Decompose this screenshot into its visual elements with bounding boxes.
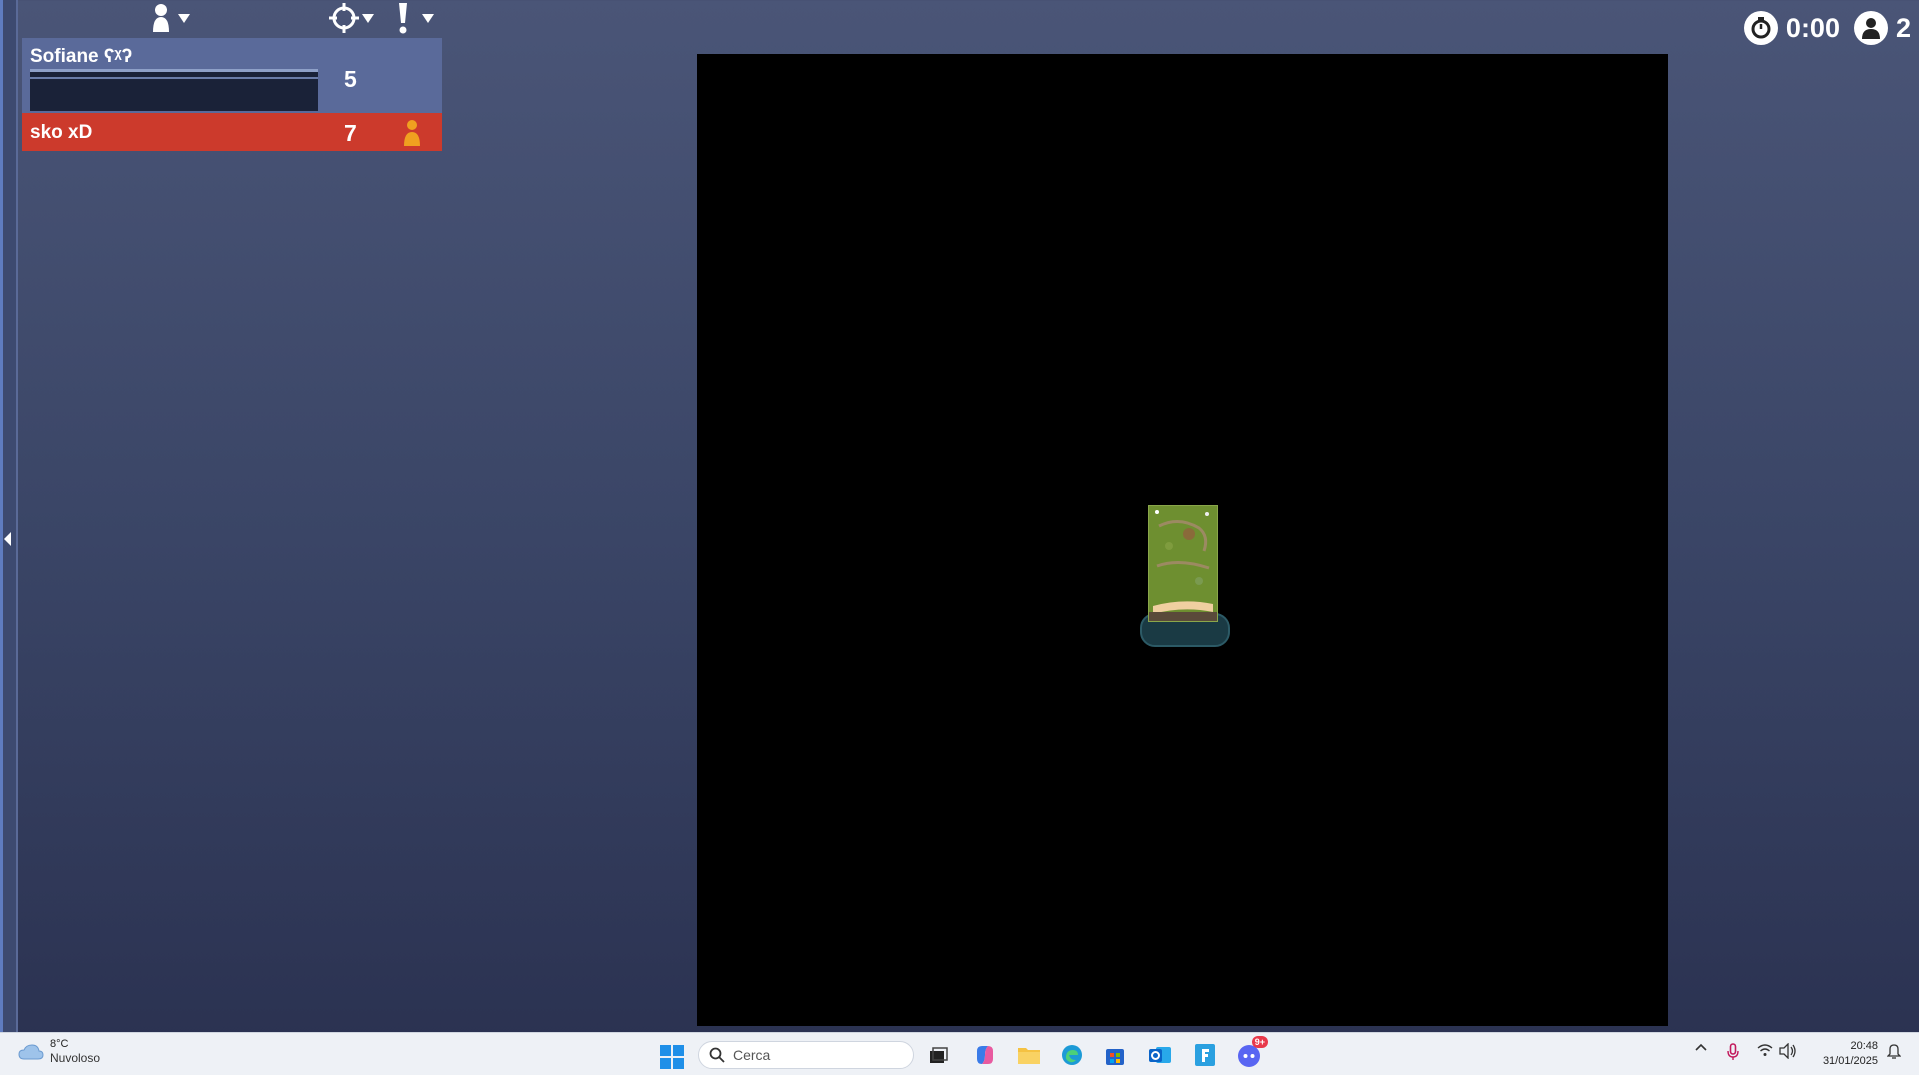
rail-edge — [0, 0, 3, 1032]
active-app-button[interactable] — [1190, 1040, 1220, 1070]
copilot-icon — [977, 1046, 993, 1064]
weather-widget[interactable]: 8°C Nuvoloso — [18, 1037, 100, 1066]
exclamation-icon — [399, 3, 407, 34]
wifi-icon — [1757, 1044, 1773, 1056]
speaker-icon — [1779, 1043, 1796, 1059]
file-explorer-button[interactable] — [1014, 1040, 1044, 1070]
player-progress-bar — [30, 69, 318, 111]
weather-description: Nuvoloso — [50, 1051, 101, 1065]
chevron-down-icon — [178, 13, 190, 23]
show-hidden-icons-button[interactable] — [1693, 1043, 1709, 1051]
game-board[interactable] — [697, 54, 1668, 1026]
stopwatch-icon — [1743, 11, 1778, 45]
player-count: 2 — [1895, 12, 1911, 43]
notification-bell-icon — [1887, 1044, 1901, 1059]
taskbar-search[interactable]: Cerca — [698, 1041, 914, 1069]
player-name: sko xD — [30, 122, 93, 143]
windows-logo-tile — [673, 1058, 684, 1069]
collapse-panel-icon[interactable] — [4, 532, 11, 546]
taskbar: 8°C Nuvoloso Cerca 9+ 20:48 31/01/2025 — [0, 1032, 1919, 1075]
cloud-icon — [18, 1043, 44, 1059]
discord-button[interactable]: 9+ — [1234, 1036, 1268, 1070]
notifications-button[interactable] — [1886, 1043, 1902, 1059]
microphone-icon — [1727, 1043, 1739, 1060]
game-timer: 0:00 — [1785, 12, 1840, 43]
app-f-icon — [1195, 1044, 1215, 1066]
target-filter-button[interactable] — [328, 0, 374, 36]
microphone-button[interactable] — [1725, 1043, 1741, 1061]
player-row-current[interactable]: Sofiane ʕᵡʔ 5 — [22, 38, 442, 113]
system-clock[interactable]: 20:48 31/01/2025 — [1808, 1039, 1878, 1069]
alert-filter-button[interactable] — [396, 0, 434, 36]
outlook-button[interactable] — [1145, 1040, 1175, 1070]
store-button[interactable] — [1100, 1040, 1130, 1070]
copilot-button[interactable] — [970, 1040, 1000, 1070]
crosshair-icon — [329, 3, 359, 33]
chevron-up-icon — [1695, 1043, 1707, 1051]
user-icon — [1853, 11, 1888, 45]
wifi-button[interactable] — [1756, 1043, 1774, 1057]
notification-badge: 9+ — [1251, 1036, 1268, 1048]
search-icon — [709, 1047, 725, 1063]
terrain-map-image — [1149, 506, 1217, 621]
player-name: Sofiane ʕᵡʔ — [30, 46, 133, 67]
map-tile[interactable] — [1148, 505, 1218, 622]
edge-icon — [1062, 1045, 1082, 1065]
windows-logo-tile — [660, 1045, 671, 1056]
store-icon — [1106, 1049, 1124, 1065]
player-row-opponent[interactable]: sko xD 7 — [22, 113, 442, 151]
player-icon — [153, 4, 169, 32]
player-score: 7 — [344, 120, 357, 146]
scoreboard-toolbar — [20, 0, 442, 36]
scoreboard: Sofiane ʕᵡʔ 5 sko xD 7 — [22, 38, 442, 151]
edge-button[interactable] — [1057, 1040, 1087, 1070]
progress-line — [30, 77, 318, 79]
volume-button[interactable] — [1779, 1043, 1797, 1059]
search-placeholder: Cerca — [733, 1047, 771, 1063]
task-view-button[interactable] — [923, 1040, 953, 1070]
side-panel-rail — [0, 0, 18, 1032]
clock-date: 31/01/2025 — [1822, 1055, 1878, 1067]
outlook-icon — [1149, 1047, 1171, 1063]
chevron-down-icon — [422, 13, 434, 23]
player-score: 5 — [344, 66, 357, 92]
player-filter-button[interactable] — [150, 0, 190, 36]
weather-temperature: 8°C — [50, 1038, 69, 1050]
task-view-icon — [930, 1047, 948, 1063]
pawn-icon — [404, 120, 420, 146]
windows-logo-tile — [673, 1045, 684, 1056]
windows-logo-tile — [660, 1058, 671, 1069]
chevron-down-icon — [362, 13, 374, 23]
clock-time: 20:48 — [1850, 1040, 1878, 1052]
folder-icon — [1018, 1048, 1040, 1064]
game-hud: 0:00 2 — [1743, 10, 1911, 46]
start-button[interactable] — [660, 1045, 684, 1069]
